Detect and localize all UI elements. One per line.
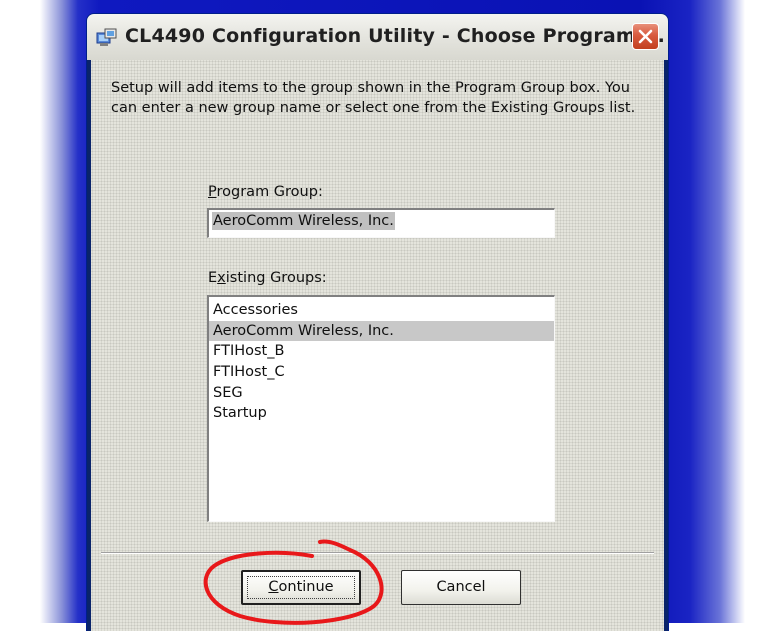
existing-groups-label-accel: x [217, 270, 226, 286]
existing-groups-label-pre: E [208, 270, 218, 286]
title-bar[interactable]: CL4490 Configuration Utility - Choose Pr… [87, 14, 668, 60]
close-icon [638, 29, 653, 44]
program-group-label: Program Group: [208, 184, 323, 200]
list-item-seg[interactable]: SEG [209, 383, 554, 404]
list-item-accessories[interactable]: Accessories [209, 300, 554, 321]
window-title: CL4490 Configuration Utility - Choose Pr… [125, 25, 665, 47]
close-button[interactable] [632, 23, 659, 50]
focus-rectangle [247, 576, 355, 599]
existing-groups-label: Existing Groups: [208, 270, 327, 286]
existing-groups-list[interactable]: Accessories AeroComm Wireless, Inc. FTIH… [207, 295, 555, 522]
setup-app-icon [96, 28, 117, 46]
list-item-aerocomm-selected[interactable]: AeroComm Wireless, Inc. [209, 320, 554, 342]
intro-text: Setup will add items to the group shown … [111, 80, 636, 116]
program-group-label-rest: rogram Group: [216, 184, 323, 200]
cancel-button[interactable]: Cancel [401, 570, 521, 605]
list-item-startup[interactable]: Startup [209, 403, 554, 424]
program-group-label-accel: P [208, 184, 217, 200]
list-item-ftihost-c[interactable]: FTIHost_C [209, 362, 554, 383]
list-item-ftihost-b[interactable]: FTIHost_B [209, 341, 554, 362]
button-separator [101, 552, 654, 554]
program-group-value: AeroComm Wireless, Inc. [212, 212, 395, 230]
dialog-body: Setup will add items to the group shown … [91, 60, 664, 631]
continue-button[interactable]: Continue [241, 570, 361, 605]
existing-groups-label-rest: isting Groups: [225, 270, 327, 286]
program-group-input[interactable]: AeroComm Wireless, Inc. [207, 208, 555, 238]
setup-dialog: CL4490 Configuration Utility - Choose Pr… [87, 14, 668, 631]
